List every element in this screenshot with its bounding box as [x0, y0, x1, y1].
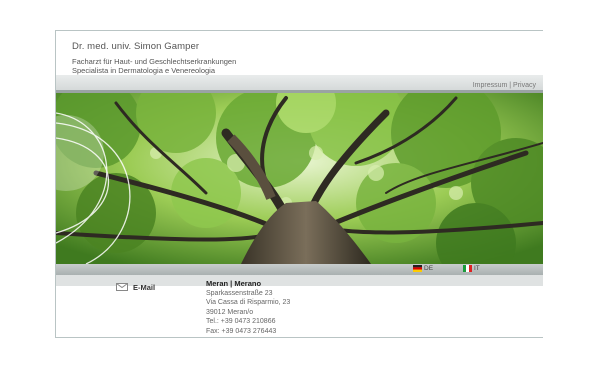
email-contact[interactable]: E-Mail [116, 278, 155, 296]
top-links: Impressum | Privacy [473, 82, 536, 89]
german-flag-icon [413, 265, 422, 272]
practice-address: Meran | Merano Sparkassenstraße 23 Via C… [206, 279, 290, 337]
privacy-link[interactable]: Privacy [513, 82, 536, 89]
email-link[interactable]: E-Mail [133, 283, 155, 292]
language-de[interactable]: DE [413, 265, 433, 272]
address-city: Meran | Merano [206, 279, 262, 288]
address-phone: Tel.: +39 0473 210866 [206, 318, 276, 326]
site-header: Dr. med. univ. Simon Gamper Facharzt für… [72, 41, 236, 75]
address-street-it: Via Cassa di Risparmio, 23 [206, 299, 291, 307]
specialty-subtitle: Facharzt für Haut- und Geschlechtserkran… [72, 57, 236, 75]
specialty-italian: Specialista in Dermatologia e Venereolog… [72, 66, 216, 75]
hero-tree-image [56, 93, 543, 264]
language-de-label: DE [424, 265, 434, 272]
envelope-icon [116, 278, 128, 296]
impressum-link[interactable]: Impressum [473, 82, 508, 89]
language-it-label: IT [474, 265, 480, 272]
italian-flag-icon [463, 265, 472, 272]
tree-canopy-illustration [56, 93, 543, 264]
language-it[interactable]: IT [463, 265, 480, 272]
link-separator: | [509, 82, 512, 89]
doctor-name: Dr. med. univ. Simon Gamper [72, 41, 200, 52]
top-bar [56, 75, 543, 91]
address-street-de: Sparkassenstraße 23 [206, 289, 273, 297]
address-fax: Fax: +39 0473 276443 [206, 327, 277, 335]
address-zip: 39012 Meran/o [206, 308, 254, 316]
specialty-german: Facharzt für Haut- und Geschlechtserkran… [72, 57, 237, 66]
